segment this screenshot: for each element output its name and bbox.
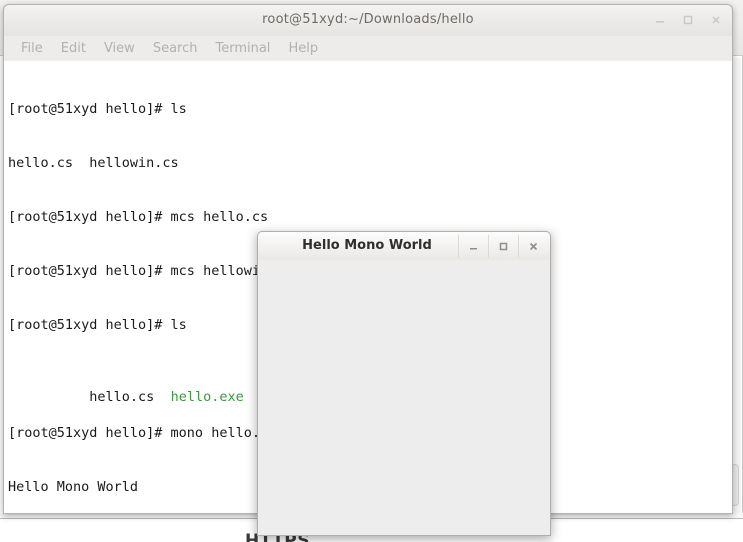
- maximize-icon[interactable]: [488, 235, 518, 258]
- terminal-line: [root@51xyd hello]# mcs hello.cs: [8, 209, 269, 225]
- menu-item-file[interactable]: File: [12, 41, 52, 56]
- hello-mono-world-window[interactable]: Hello Mono World: [257, 231, 551, 536]
- menu-item-view[interactable]: View: [95, 41, 144, 56]
- desktop-background: HTTPS ... ... root@51xyd:~/Downloads/hel…: [0, 0, 743, 542]
- mono-dialog-title: Hello Mono World: [302, 238, 432, 253]
- mono-dialog-content[interactable]: [257, 260, 551, 536]
- terminal-titlebar[interactable]: root@51xyd:~/Downloads/hello: [3, 4, 733, 36]
- minimize-icon[interactable]: [652, 12, 668, 28]
- terminal-line: [root@51xyd hello]# ls: [8, 101, 187, 117]
- maximize-icon[interactable]: [680, 12, 696, 28]
- menu-item-search[interactable]: Search: [144, 41, 207, 56]
- menu-item-help[interactable]: Help: [279, 41, 327, 56]
- file-hello-exe: hello.exe: [170, 389, 244, 405]
- file-hello-cs: hello.cs: [89, 389, 171, 405]
- close-icon[interactable]: [518, 235, 548, 258]
- mono-dialog-titlebar[interactable]: Hello Mono World: [257, 231, 551, 260]
- menu-item-edit[interactable]: Edit: [52, 41, 95, 56]
- terminal-window-controls: [652, 12, 724, 28]
- menu-item-terminal[interactable]: Terminal: [206, 41, 279, 56]
- mono-dialog-window-controls: [458, 235, 548, 258]
- terminal-title: root@51xyd:~/Downloads/hello: [262, 12, 474, 27]
- terminal-menubar: File Edit View Search Terminal Help: [3, 36, 733, 61]
- close-icon[interactable]: [708, 12, 724, 28]
- terminal-line: hello.cs hellowin.cs: [8, 155, 179, 171]
- minimize-icon[interactable]: [458, 235, 488, 258]
